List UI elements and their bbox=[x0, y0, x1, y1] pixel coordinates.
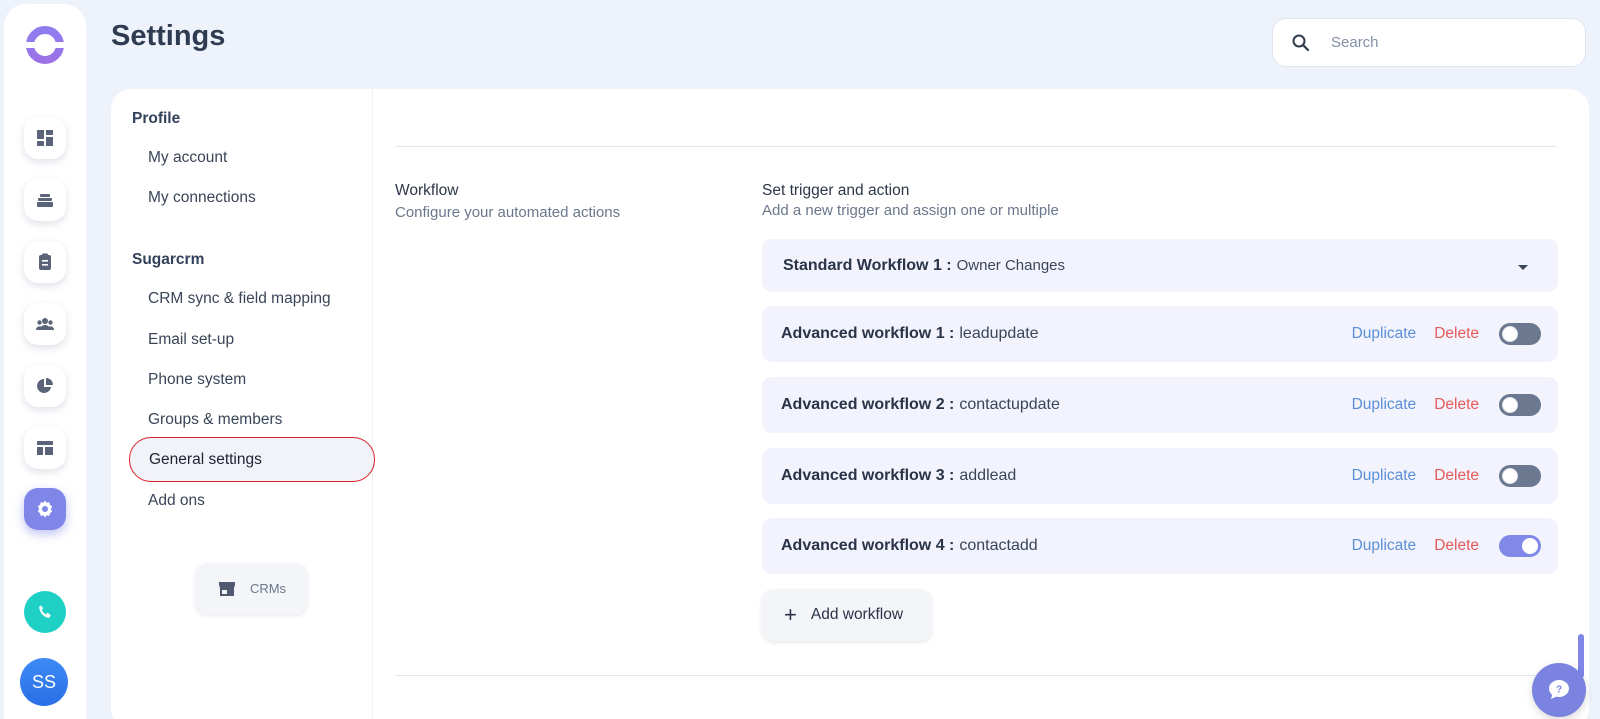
workflow-section-subtitle: Configure your automated actions bbox=[395, 204, 621, 221]
add-workflow-label: Add workflow bbox=[810, 606, 904, 623]
clipboard-icon bbox=[39, 253, 51, 270]
search-icon bbox=[1292, 34, 1310, 51]
nav-item-general-settings[interactable]: General settings bbox=[129, 437, 375, 482]
divider bbox=[395, 675, 1557, 676]
workflow-section-title: Workflow bbox=[395, 182, 459, 199]
trigger-panel-subtitle: Add a new trigger and assign one or mult… bbox=[762, 202, 1059, 219]
delete-link[interactable]: Delete bbox=[1434, 396, 1479, 414]
duplicate-link[interactable]: Duplicate bbox=[1352, 537, 1417, 555]
inbox-nav-button[interactable] bbox=[24, 179, 66, 221]
workflow-toggle[interactable] bbox=[1499, 465, 1541, 487]
duplicate-link[interactable]: Duplicate bbox=[1352, 325, 1417, 343]
standard-workflow-value: Owner Changes bbox=[956, 257, 1066, 274]
nav-group-sugarcrm: Sugarcrm bbox=[132, 251, 205, 268]
delete-link[interactable]: Delete bbox=[1434, 537, 1479, 555]
dialer-button[interactable] bbox=[24, 591, 66, 633]
reports-nav-button[interactable] bbox=[24, 365, 66, 407]
add-workflow-button[interactable]: + Add workflow bbox=[762, 589, 932, 641]
nav-item-add-ons[interactable]: Add ons bbox=[129, 478, 375, 523]
inbox-stack-icon bbox=[37, 194, 53, 207]
standard-workflow-dropdown[interactable]: Standard Workflow 1 : Owner Changes bbox=[762, 239, 1558, 292]
tasks-nav-button[interactable] bbox=[24, 241, 66, 283]
dashboard-nav-button[interactable] bbox=[24, 117, 66, 159]
phone-icon bbox=[39, 605, 51, 618]
delete-link[interactable]: Delete bbox=[1434, 325, 1479, 343]
left-rail: SS bbox=[4, 4, 86, 719]
store-icon bbox=[218, 581, 235, 596]
pie-chart-icon bbox=[37, 378, 53, 393]
duplicate-link[interactable]: Duplicate bbox=[1352, 396, 1417, 414]
settings-nav-button[interactable] bbox=[24, 488, 66, 530]
standard-workflow-label: Standard Workflow 1 : bbox=[783, 256, 952, 274]
advanced-workflow-row[interactable]: Advanced workflow 3 : addlead Duplicate … bbox=[762, 448, 1558, 504]
duplicate-link[interactable]: Duplicate bbox=[1352, 467, 1417, 485]
nav-item-groups-members[interactable]: Groups & members bbox=[129, 397, 375, 442]
divider bbox=[395, 146, 1557, 147]
advanced-workflow-row[interactable]: Advanced workflow 2 : contactupdate Dupl… bbox=[762, 377, 1558, 433]
advanced-workflow-row[interactable]: Advanced workflow 4 : contactadd Duplica… bbox=[762, 518, 1558, 574]
help-chat-button[interactable]: ? bbox=[1532, 663, 1586, 717]
search-input[interactable] bbox=[1331, 34, 1571, 51]
templates-nav-button[interactable] bbox=[24, 427, 66, 469]
nav-group-profile: Profile bbox=[132, 110, 181, 127]
nav-item-my-connections[interactable]: My connections bbox=[129, 175, 375, 220]
advanced-workflow-value: contactupdate bbox=[959, 396, 1060, 413]
trigger-panel-title: Set trigger and action bbox=[762, 182, 910, 199]
advanced-workflow-label: Advanced workflow 4 : bbox=[781, 537, 955, 554]
chat-help-icon: ? bbox=[1549, 680, 1569, 699]
nav-item-crm-sync[interactable]: CRM sync & field mapping bbox=[129, 276, 375, 321]
page-title: Settings bbox=[111, 20, 226, 52]
layout-icon bbox=[37, 441, 53, 455]
crms-button[interactable]: CRMs bbox=[195, 563, 308, 614]
gear-icon bbox=[37, 500, 53, 518]
crms-label: CRMs bbox=[249, 581, 287, 596]
dashboard-icon bbox=[37, 130, 53, 146]
advanced-workflow-value: leadupdate bbox=[959, 325, 1039, 342]
advanced-workflow-label: Advanced workflow 3 : bbox=[781, 467, 955, 484]
plus-icon: + bbox=[784, 602, 797, 627]
nav-item-phone-system[interactable]: Phone system bbox=[129, 357, 375, 402]
nav-item-my-account[interactable]: My account bbox=[129, 135, 375, 180]
app-logo[interactable] bbox=[25, 25, 65, 65]
chevron-down-icon bbox=[1518, 265, 1528, 270]
svg-text:?: ? bbox=[1556, 685, 1562, 696]
user-avatar[interactable]: SS bbox=[20, 658, 68, 706]
advanced-workflow-label: Advanced workflow 2 : bbox=[781, 396, 955, 413]
contacts-nav-button[interactable] bbox=[24, 303, 66, 345]
people-icon bbox=[36, 318, 54, 330]
delete-link[interactable]: Delete bbox=[1434, 467, 1479, 485]
search-box[interactable] bbox=[1272, 18, 1586, 67]
nav-item-email-setup[interactable]: Email set-up bbox=[129, 317, 375, 362]
workflow-toggle[interactable] bbox=[1499, 535, 1541, 557]
advanced-workflow-label: Advanced workflow 1 : bbox=[781, 325, 955, 342]
advanced-workflow-row[interactable]: Advanced workflow 1 : leadupdate Duplica… bbox=[762, 306, 1558, 362]
advanced-workflow-value: addlead bbox=[959, 467, 1017, 484]
workflow-toggle[interactable] bbox=[1499, 323, 1541, 345]
workflow-toggle[interactable] bbox=[1499, 394, 1541, 416]
settings-card: Profile My account My connections Sugarc… bbox=[111, 89, 1589, 719]
advanced-workflow-value: contactadd bbox=[959, 537, 1038, 554]
settings-nav: Profile My account My connections Sugarc… bbox=[111, 89, 375, 719]
